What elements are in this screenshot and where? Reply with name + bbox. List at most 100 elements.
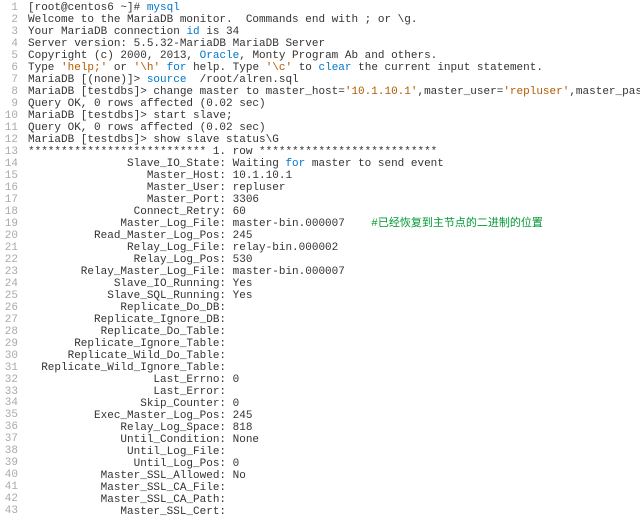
text-segment: '\c' [266,62,292,74]
text-segment: MariaDB [(none)]> [28,74,147,86]
line-number: 42 [4,493,18,505]
terminal-line: Until_Log_Pos: 0 [28,458,640,470]
text-segment: 'repluser' [503,86,569,98]
terminal-line: Slave_IO_State: Waiting for master to se… [28,158,640,170]
terminal-line: Replicate_Ignore_DB: [28,314,640,326]
code-editor: 1234567891011121314151617181920212223242… [0,0,640,520]
terminal-line: Replicate_Wild_Do_Table: [28,350,640,362]
text-segment: Replicate_Ignore_DB: [28,314,226,326]
terminal-line: Exec_Master_Log_Pos: 245 [28,410,640,422]
text-segment: 'help;' [61,62,107,74]
terminal-line: Connect_Retry: 60 [28,206,640,218]
terminal-line: Slave_IO_Running: Yes [28,278,640,290]
terminal-line: Master_SSL_Cert: [28,506,640,518]
text-segment: Welcome to the MariaDB monitor. Commands… [28,14,417,26]
line-number: 5 [4,50,18,62]
terminal-line: MariaDB [testdbs]> start slave; [28,110,640,122]
terminal-line: Type 'help;' or '\h' for help. Type '\c'… [28,62,640,74]
line-number: 13 [4,146,18,158]
text-segment: or [107,62,133,74]
terminal-line: Your MariaDB connection id is 34 [28,26,640,38]
line-number: 9 [4,98,18,110]
terminal-line: Last_Errno: 0 [28,374,640,386]
text-segment: Master_SSL_Allowed: No [28,470,246,482]
terminal-line: Master_Port: 3306 [28,194,640,206]
text-segment: Oracle [200,50,240,62]
terminal-line: MariaDB [testdbs]> show slave status\G [28,134,640,146]
terminal-line: Relay_Log_Pos: 530 [28,254,640,266]
text-segment: Slave_IO_Running: Yes [28,278,252,290]
line-number: 17 [4,194,18,206]
line-number: 8 [4,86,18,98]
terminal-line: Until_Log_File: [28,446,640,458]
text-segment: , Monty Program Ab and others. [239,50,437,62]
text-segment: *************************** 1. row *****… [28,146,437,158]
line-number: 24 [4,278,18,290]
terminal-line: Replicate_Ignore_Table: [28,338,640,350]
text-segment: Until_Log_Pos: 0 [28,458,239,470]
line-number: 43 [4,505,18,517]
line-number: 23 [4,266,18,278]
text-segment: Master_SSL_Cert: [28,506,226,518]
text-segment: Last_Errno: 0 [28,374,239,386]
text-segment: Query OK, 0 rows affected (0.02 sec) [28,98,266,110]
text-segment: ,master_user= [417,86,503,98]
text-segment: source [147,74,187,86]
line-number: 35 [4,409,18,421]
terminal-line: Skip_Counter: 0 [28,398,640,410]
text-segment: Replicate_Ignore_Table: [28,338,226,350]
text-segment: '\h' [134,62,160,74]
terminal-line: Replicate_Wild_Ignore_Table: [28,362,640,374]
line-number: 1 [4,2,18,14]
text-segment [160,62,167,74]
line-number: 31 [4,362,18,374]
terminal-line: Relay_Log_Space: 818 [28,422,640,434]
line-number: 16 [4,182,18,194]
text-segment: Master_Host: 10.1.10.1 [28,170,292,182]
text-segment: is 34 [200,26,240,38]
line-number: 19 [4,218,18,230]
text-segment: Connect_Retry: 60 [28,206,246,218]
line-number: 3 [4,26,18,38]
terminal-line: Read_Master_Log_Pos: 245 [28,230,640,242]
text-segment: clear [319,62,352,74]
terminal-line: Replicate_Do_DB: [28,302,640,314]
terminal-line: Query OK, 0 rows affected (0.02 sec) [28,122,640,134]
line-number: 18 [4,206,18,218]
text-segment: Server version: 5.5.32-MariaDB MariaDB S… [28,38,325,50]
line-number: 12 [4,134,18,146]
text-segment: Replicate_Do_DB: [28,302,226,314]
line-number: 4 [4,38,18,50]
terminal-line: Master_User: repluser [28,182,640,194]
terminal-line: Master_Host: 10.1.10.1 [28,170,640,182]
text-segment: Replicate_Do_Table: [28,326,226,338]
text-segment: Skip_Counter: 0 [28,398,239,410]
text-segment: Master_User: repluser [28,182,285,194]
terminal-line: MariaDB [(none)]> source /root/alren.sql [28,74,640,86]
text-segment: Relay_Log_Space: 818 [28,422,252,434]
line-number: 40 [4,469,18,481]
text-segment: Master_Log_File: master-bin.000007 [28,218,371,230]
terminal-line: Server version: 5.5.32-MariaDB MariaDB S… [28,38,640,50]
text-segment: MariaDB [testdbs]> start slave; [28,110,233,122]
text-segment: Your MariaDB connection [28,26,186,38]
terminal-line: Relay_Log_File: relay-bin.000002 [28,242,640,254]
line-number: 7 [4,74,18,86]
line-number: 38 [4,445,18,457]
terminal-line: Last_Error: [28,386,640,398]
text-segment: for [285,158,305,170]
terminal-line: Master_SSL_Allowed: No [28,470,640,482]
text-segment: #已经恢复到主节点的二进制的位置 [371,218,543,230]
terminal-line: [root@centos6 ~]# mysql [28,2,640,14]
line-number: 25 [4,290,18,302]
line-number: 11 [4,122,18,134]
text-segment: the current input statement. [352,62,543,74]
line-number: 14 [4,158,18,170]
text-segment: Until_Log_File: [28,446,226,458]
terminal-line: Master_SSL_CA_File: [28,482,640,494]
terminal-line: *************************** 1. row *****… [28,146,640,158]
text-segment: Relay_Log_File: relay-bin.000002 [28,242,338,254]
text-segment: '10.1.10.1' [345,86,418,98]
line-number: 15 [4,170,18,182]
text-segment: Master_Port: 3306 [28,194,259,206]
